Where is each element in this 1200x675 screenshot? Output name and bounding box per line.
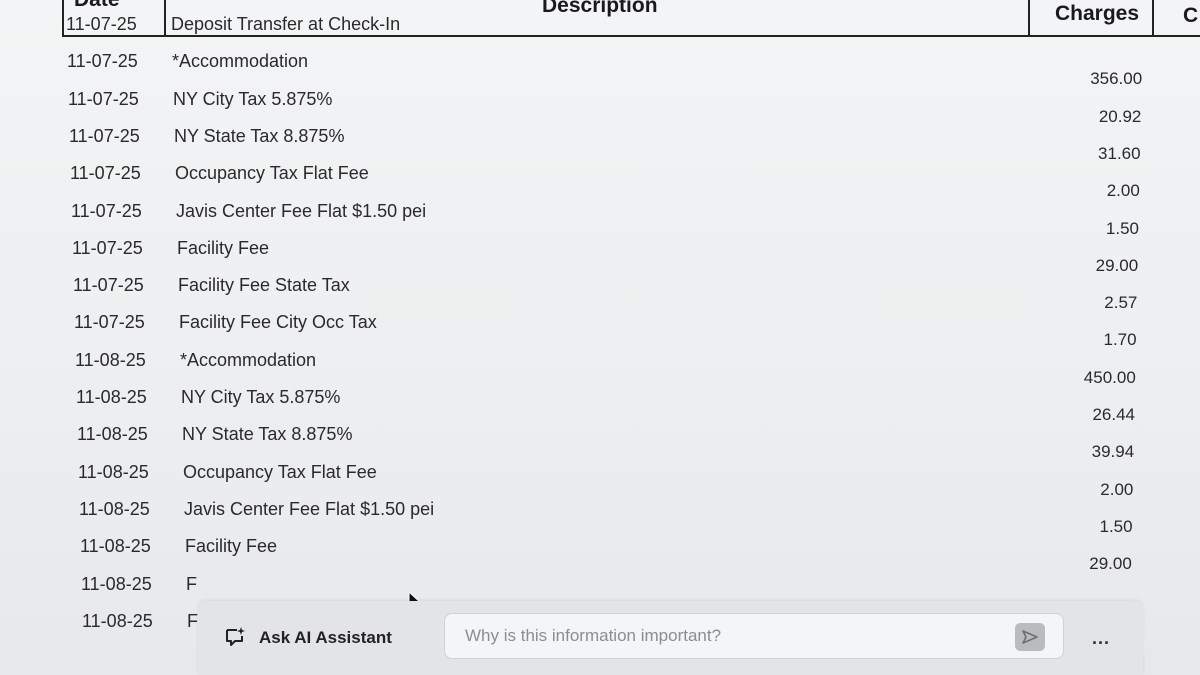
table-row: 11-07-25 Facility Fee State Tax 2.57 <box>0 275 1200 313</box>
row-date: 11-08-25 <box>79 498 150 519</box>
ai-sparkle-chat-icon <box>226 627 245 646</box>
row-amount: 26.44 <box>1092 405 1135 424</box>
row-description: NY State Tax 8.875% <box>174 125 345 146</box>
table-row: 11-08-25 NY City Tax 5.875% 26.44 <box>0 387 1200 425</box>
row-description: F <box>187 610 198 631</box>
row-amount: 1.50 <box>1099 516 1133 536</box>
row-amount: 450.00 <box>1083 367 1136 387</box>
row-description: Occupancy Tax Flat Fee <box>175 163 369 184</box>
column-header-date: Date <box>74 0 120 12</box>
row-description: F <box>186 573 197 594</box>
table-row: 11-08-25 Javis Center Fee Flat $1.50 pei 1… <box>0 499 1200 537</box>
table-row: 11-08-25 *Accommodation 450.00 <box>0 350 1200 388</box>
row-description: Facility Fee <box>177 237 270 258</box>
row-date: 11-08-25 <box>82 610 153 631</box>
row-date: 11-07-25 <box>69 125 140 146</box>
row-description: Javis Center Fee Flat $1.50 pei <box>184 498 435 519</box>
ai-assistant-bar: Ask AI Assistant Why is this information… <box>198 601 1143 675</box>
table-row: 11-07-25 Occupancy Tax Flat Fee 2.00 <box>0 163 1200 201</box>
table-row: 11-08-25 Facility Fee 29.00 <box>0 536 1200 574</box>
row-date: 11-08-25 <box>77 424 148 445</box>
row-amount: 2.57 <box>1104 293 1138 313</box>
send-icon <box>1022 630 1038 644</box>
row-description: NY City Tax 5.875% <box>181 387 341 407</box>
row-date: 11-07-25 <box>72 237 143 258</box>
row-date: 11-08-25 <box>76 387 147 407</box>
row-amount: 31.60 <box>1098 143 1141 163</box>
row-description: Javis Center Fee Flat $1.50 pei <box>176 200 427 221</box>
row-date: 11-07-25 <box>68 88 139 109</box>
row-date: 11-08-25 <box>80 536 151 557</box>
table-row: 11-07-25 *Accommodation 356.00 <box>0 51 1200 89</box>
table-row: 11-07-25 Facility Fee 29.00 <box>0 238 1200 276</box>
row-amount: 29.00 <box>1089 554 1132 574</box>
row-date: 11-08-25 <box>78 461 149 482</box>
ai-input-placeholder: Why is this information important? <box>465 626 722 645</box>
row-description: Facility Fee State Tax <box>178 275 350 296</box>
row-description: Deposit Transfer at Check-In <box>171 14 401 34</box>
row-amount: 356.00 <box>1090 69 1143 89</box>
table-row: 11-07-25 Deposit Transfer at Check-In <box>0 14 1200 52</box>
row-description: *Accommodation <box>180 349 317 370</box>
table-row: 11-07-25 Facility Fee City Occ Tax 1.70 <box>0 312 1200 350</box>
more-options-button[interactable]: ... <box>1092 628 1110 649</box>
row-date: 11-07-25 <box>73 275 144 296</box>
row-description: Facility Fee City Occ Tax <box>179 312 377 333</box>
row-amount: 1.70 <box>1103 330 1137 350</box>
row-description: NY State Tax 8.875% <box>182 424 353 445</box>
folio-page: Date Description Charges C 11-07-25Depos… <box>0 0 1200 675</box>
row-amount: 1.50 <box>1105 218 1139 238</box>
row-amount: 2.00 <box>1106 181 1140 201</box>
ai-question-input[interactable]: Why is this information important? <box>444 613 1064 659</box>
row-amount: 29.00 <box>1095 255 1139 275</box>
table-row: 11-08-25 Occupancy Tax Flat Fee 2.00 <box>0 462 1200 500</box>
row-amount: 20.92 <box>1098 106 1142 126</box>
row-amount: 39.94 <box>1091 442 1135 462</box>
row-description: *Accommodation <box>172 51 309 72</box>
row-date: 11-08-25 <box>81 573 152 594</box>
table-row: 11-08-25 NY State Tax 8.875% 39.94 <box>0 424 1200 462</box>
row-description: Occupancy Tax Flat Fee <box>183 461 377 482</box>
row-date: 11-07-25 <box>71 200 142 221</box>
row-date: 11-08-25 <box>75 349 146 370</box>
row-date: 11-07-25 <box>74 312 145 333</box>
table-row: 11-07-25 NY City Tax 5.875% 20.92 <box>0 89 1200 127</box>
send-button[interactable] <box>1015 623 1045 651</box>
row-date: 11-07-25 <box>67 51 138 72</box>
row-date: 11-07-25 <box>70 163 141 184</box>
row-date: 11-07-25 <box>66 14 137 34</box>
row-description: NY City Tax 5.875% <box>173 88 333 109</box>
table-row: 11-07-25 NY State Tax 8.875% 31.60 <box>0 126 1200 164</box>
row-amount: 2.00 <box>1100 479 1134 499</box>
row-description: Facility Fee <box>185 536 278 557</box>
table-row: 11-07-25 Javis Center Fee Flat $1.50 pei 1… <box>0 201 1200 239</box>
ask-ai-assistant-label[interactable]: Ask AI Assistant <box>259 628 392 648</box>
